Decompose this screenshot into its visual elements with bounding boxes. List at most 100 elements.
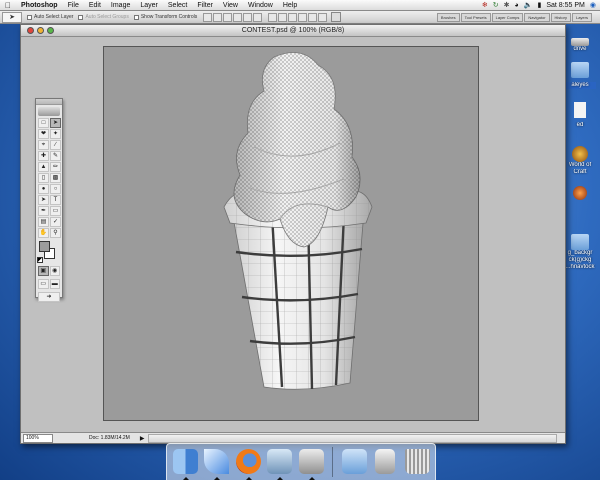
clock[interactable]: Sat 8:55 PM: [546, 2, 585, 9]
desktop-icon-aleyes[interactable]: aleyes: [564, 82, 596, 89]
clone-stamp-tool-icon[interactable]: ▲: [38, 162, 49, 172]
marquee-tool-icon[interactable]: □: [38, 118, 49, 128]
blur-tool-icon[interactable]: ●: [38, 184, 49, 194]
well-tab-history[interactable]: History: [550, 12, 571, 22]
dodge-tool-icon[interactable]: ○: [50, 184, 61, 194]
distribute-left-button[interactable]: [298, 12, 308, 22]
bluetooth-icon[interactable]: ✱: [504, 1, 510, 9]
distribute-top-button[interactable]: [268, 12, 278, 22]
menu-view[interactable]: View: [218, 2, 243, 9]
hand-tool-icon[interactable]: ✋: [38, 228, 49, 238]
well-tab-layers[interactable]: Layers: [571, 12, 592, 22]
align-right-button[interactable]: [253, 12, 263, 22]
menu-window[interactable]: Window: [243, 2, 278, 9]
desktop-icon-drive[interactable]: drive: [564, 38, 596, 53]
apple-menu-icon[interactable]: : [0, 1, 16, 10]
dock-photoshop[interactable]: [202, 447, 230, 480]
spotlight-icon[interactable]: ◉: [590, 1, 596, 9]
dock-firefox[interactable]: [234, 447, 262, 480]
volume-icon[interactable]: 🔈: [524, 1, 533, 9]
well-tab-layer-comps[interactable]: Layer Comps: [491, 12, 524, 22]
magic-wand-tool-icon[interactable]: ✦: [50, 129, 61, 139]
desktop-icon-background-folder[interactable]: g_backgr ck(g)ckg ...hnavtock: [564, 234, 596, 271]
standard-mode-icon[interactable]: ▣: [38, 266, 49, 276]
document-title-bar[interactable]: CONTEST.psd @ 100% (RGB/8): [21, 25, 565, 37]
tools-palette-titlebar[interactable]: [36, 99, 62, 105]
dock-folder[interactable]: [340, 447, 368, 477]
type-tool-icon[interactable]: T: [50, 195, 61, 205]
finder-icon: [173, 449, 198, 474]
move-tool-icon[interactable]: ➤: [50, 118, 61, 128]
menu-app-photoshop[interactable]: Photoshop: [16, 2, 63, 9]
eraser-tool-icon[interactable]: ▯: [38, 173, 49, 183]
brush-tool-icon[interactable]: ✎: [50, 151, 61, 161]
menu-select[interactable]: Select: [163, 2, 192, 9]
history-brush-tool-icon[interactable]: ✏: [50, 162, 61, 172]
desktop-icon-ed[interactable]: ed: [564, 122, 596, 129]
align-left-button[interactable]: [233, 12, 243, 22]
auto-select-groups-checkbox[interactable]: Auto Select Groups: [78, 14, 129, 20]
desktop-icon-label: drive: [573, 46, 587, 52]
desktop-icon-document[interactable]: [564, 102, 596, 118]
align-bottom-button[interactable]: [223, 12, 233, 22]
menu-help[interactable]: Help: [278, 2, 302, 9]
auto-select-layer-checkbox[interactable]: Auto Select Layer: [27, 14, 73, 20]
jump-to-imageready-icon[interactable]: ➜: [38, 292, 60, 302]
well-tab-brushes[interactable]: Brushes: [436, 12, 460, 22]
lasso-tool-icon[interactable]: ❤: [38, 129, 49, 139]
zoom-field[interactable]: 100%: [23, 433, 53, 443]
show-transform-controls-checkbox[interactable]: Show Transform Controls: [133, 14, 198, 20]
canvas-area[interactable]: [21, 37, 565, 432]
tool-preset-picker[interactable]: ➤: [2, 11, 22, 23]
notes-tool-icon[interactable]: ▤: [38, 217, 49, 227]
well-tab-navigator[interactable]: Navigator: [524, 12, 550, 22]
menu-edit[interactable]: Edit: [84, 2, 106, 9]
wifi-icon[interactable]: ◕: [515, 2, 519, 9]
screen-mode-standard-icon[interactable]: ▭: [38, 279, 49, 289]
dock-imageready[interactable]: [265, 447, 293, 480]
menu-filter[interactable]: Filter: [192, 2, 218, 9]
well-tab-tool-presets[interactable]: Tool Presets: [460, 12, 491, 22]
image-canvas[interactable]: [103, 46, 479, 421]
crop-tool-icon[interactable]: ⌖: [38, 140, 49, 150]
distribute-right-button[interactable]: [318, 12, 328, 22]
menu-layer[interactable]: Layer: [135, 2, 163, 9]
dock-finder[interactable]: [171, 447, 199, 480]
sync-icon[interactable]: ↻: [493, 1, 499, 9]
go-to-bridge-button[interactable]: [331, 12, 342, 22]
document-icon: [375, 449, 396, 474]
slice-tool-icon[interactable]: ∕: [50, 140, 61, 150]
zoom-tool-icon[interactable]: ⚲: [50, 228, 61, 238]
path-selection-tool-icon[interactable]: ➤: [38, 195, 49, 205]
dock-document[interactable]: [371, 447, 399, 477]
distribute-bottom-button[interactable]: [288, 12, 298, 22]
script-menu-icon[interactable]: ❄: [482, 1, 488, 9]
gradient-tool-icon[interactable]: ▩: [50, 173, 61, 183]
horizontal-scrollbar[interactable]: [148, 433, 557, 443]
pen-tool-icon[interactable]: ✒: [38, 206, 49, 216]
show-transform-controls-label: Show Transform Controls: [140, 14, 198, 20]
distribute-vcenter-button[interactable]: [278, 12, 288, 22]
photoshop-feather-logo[interactable]: [38, 107, 60, 116]
menu-image[interactable]: Image: [106, 2, 135, 9]
eyedropper-tool-icon[interactable]: ✓: [50, 217, 61, 227]
status-menu-arrow-icon[interactable]: ▶: [140, 435, 145, 442]
menu-file[interactable]: File: [63, 2, 84, 9]
quick-mask-mode-icon[interactable]: ◉: [49, 266, 60, 276]
foreground-color-swatch[interactable]: [39, 241, 50, 252]
checkbox-box: [78, 14, 84, 20]
shape-tool-icon[interactable]: ▭: [50, 206, 61, 216]
desktop-icon-folder-1[interactable]: [564, 62, 596, 78]
align-hcenter-button[interactable]: [243, 12, 253, 22]
healing-brush-tool-icon[interactable]: ✚: [38, 151, 49, 161]
dock-trash[interactable]: [403, 447, 431, 477]
distribute-hcenter-button[interactable]: [308, 12, 318, 22]
default-colors-icon[interactable]: [37, 257, 43, 263]
battery-icon[interactable]: ▮: [538, 1, 542, 9]
desktop-icon-wow[interactable]: World of Craft: [564, 146, 596, 176]
screen-mode-full-icon[interactable]: ▬: [49, 279, 60, 289]
align-vcenter-button[interactable]: [213, 12, 223, 22]
desktop-icon-small[interactable]: [564, 186, 596, 200]
dock-utility[interactable]: [297, 447, 325, 480]
align-top-button[interactable]: [203, 12, 213, 22]
